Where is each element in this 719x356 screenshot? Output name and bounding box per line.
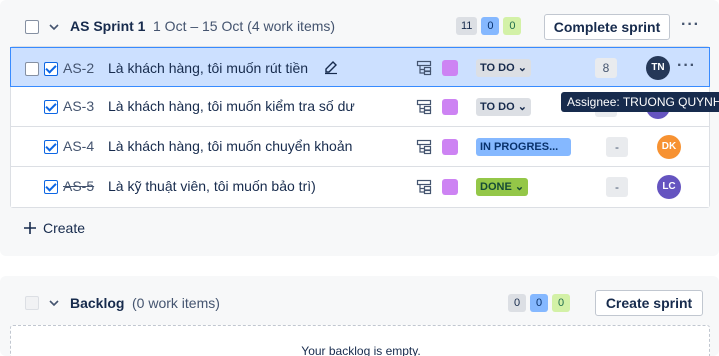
count-done: 0	[503, 17, 522, 35]
count-todo: 11	[456, 17, 478, 35]
story-icon	[44, 140, 58, 154]
sprint-meta: 1 Oct – 15 Oct (4 work items)	[153, 18, 336, 34]
count-in-progress: 0	[481, 17, 500, 35]
count-done: 0	[552, 294, 570, 312]
chevron-down-icon: ⌄	[517, 62, 527, 74]
count-todo: 0	[508, 294, 526, 312]
story-points[interactable]: -	[606, 137, 628, 157]
chevron-down-icon[interactable]	[46, 295, 62, 311]
create-sprint-button[interactable]: Create sprint	[595, 290, 703, 316]
sprint-more-actions-button[interactable]: ···	[681, 16, 700, 34]
epic-color-swatch	[442, 179, 458, 195]
count-in-progress: 0	[530, 294, 548, 312]
child-issues-icon[interactable]	[416, 60, 432, 76]
status-label: TO DO	[480, 101, 515, 113]
plus-icon[interactable]	[22, 220, 38, 236]
row-select-checkbox[interactable]	[25, 62, 39, 76]
backlog-container: Backlog (0 work items) 0 0 0 Create spri…	[0, 276, 719, 356]
status-label: IN PROGRES...	[480, 141, 559, 153]
avatar[interactable]: TN	[646, 56, 670, 80]
status-label: DONE	[480, 181, 512, 193]
story-points[interactable]: -	[606, 177, 628, 197]
status-dropdown[interactable]: IN PROGRES...	[476, 138, 571, 156]
avatar[interactable]: LC	[657, 175, 681, 199]
avatar[interactable]: DK	[657, 135, 681, 159]
child-issues-icon[interactable]	[416, 139, 432, 155]
sprint-container: AS Sprint 1 1 Oct – 15 Oct (4 work items…	[0, 0, 719, 256]
backlog-select-checkbox	[25, 296, 39, 310]
issue-summary[interactable]: Là khách hàng, tôi muốn kiểm tra số dư	[108, 98, 355, 114]
backlog-empty-dropzone: Your backlog is empty.	[10, 325, 710, 356]
backlog-title: Backlog	[70, 295, 125, 311]
story-icon	[44, 100, 58, 114]
status-label: TO DO	[480, 62, 515, 74]
issue-summary[interactable]: Là kỹ thuật viên, tôi muốn bảo trì)	[108, 178, 316, 194]
sprint-title: AS Sprint 1	[70, 18, 146, 34]
status-dropdown[interactable]: TO DO ⌄	[476, 98, 531, 116]
sprint-select-checkbox[interactable]	[25, 20, 39, 34]
issue-key[interactable]: AS-2	[63, 60, 94, 76]
chevron-down-icon[interactable]	[46, 19, 62, 35]
epic-color-swatch	[442, 139, 458, 155]
child-issues-icon[interactable]	[416, 99, 432, 115]
issue-row[interactable]: AS-4 Là khách hàng, tôi muốn chuyển khoả…	[11, 127, 709, 167]
story-icon	[44, 62, 58, 76]
status-dropdown[interactable]: DONE ⌄	[476, 178, 529, 196]
epic-color-swatch	[442, 99, 458, 115]
epic-color-swatch	[442, 60, 458, 76]
sprint-status-counts: 11 0 0	[456, 17, 522, 35]
issue-row[interactable]: AS-5 Là kỹ thuật viên, tôi muốn bảo trì)…	[11, 167, 709, 207]
story-points[interactable]: 8	[595, 58, 617, 78]
backlog-meta: (0 work items)	[132, 295, 220, 311]
issue-key[interactable]: AS-4	[63, 138, 94, 154]
story-icon	[44, 180, 58, 194]
row-more-actions-button[interactable]: ···	[677, 57, 696, 75]
backlog-status-counts: 0 0 0	[508, 294, 570, 312]
sprint-issue-list: AS-2 Là khách hàng, tôi muốn rút tiền TO…	[10, 46, 710, 208]
child-issues-icon[interactable]	[416, 179, 432, 195]
status-dropdown[interactable]: TO DO ⌄	[476, 59, 531, 77]
complete-sprint-button[interactable]: Complete sprint	[544, 14, 670, 40]
backlog-empty-message: Your backlog is empty.	[301, 344, 421, 356]
chevron-down-icon: ⌄	[517, 101, 527, 113]
issue-key[interactable]: AS-5	[63, 178, 94, 194]
issue-summary[interactable]: Là khách hàng, tôi muốn rút tiền	[108, 60, 308, 76]
assignee-tooltip: Assignee: TRUONG QUYNH	[561, 92, 719, 112]
issue-key[interactable]: AS-3	[63, 98, 94, 114]
edit-icon[interactable]	[323, 59, 339, 75]
chevron-down-icon: ⌄	[514, 181, 525, 193]
issue-row[interactable]: AS-2 Là khách hàng, tôi muốn rút tiền TO…	[10, 47, 710, 87]
create-issue-button[interactable]: Create	[43, 220, 85, 236]
issue-summary[interactable]: Là khách hàng, tôi muốn chuyển khoản	[108, 138, 352, 154]
